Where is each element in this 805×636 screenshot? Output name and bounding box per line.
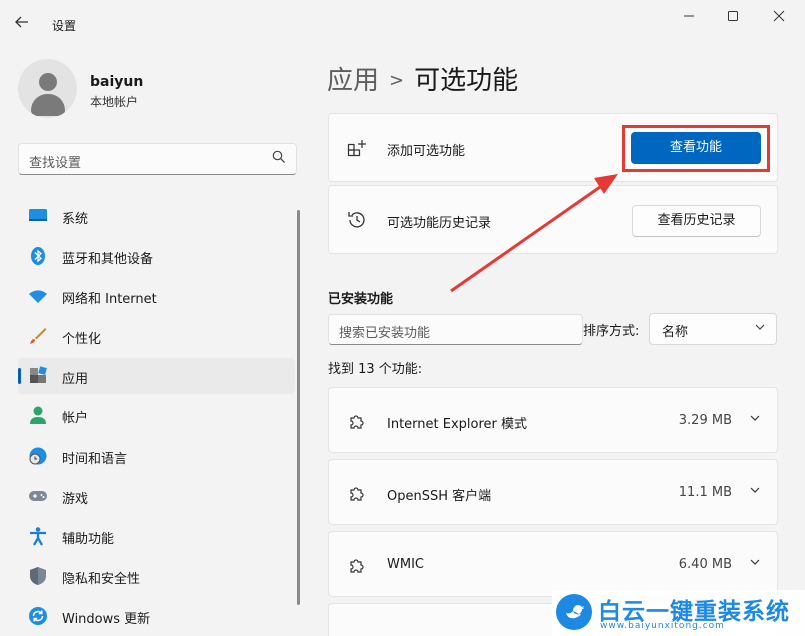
installed-search-input[interactable]: 搜索已安装功能 <box>328 314 583 345</box>
feature-row-openssh[interactable]: OpenSSH 客户端 11.1 MB <box>328 459 778 525</box>
feature-size: 3.29 MB <box>679 413 732 428</box>
installed-features-title: 已安装功能 <box>328 288 393 307</box>
bird-logo-icon <box>556 594 592 630</box>
puzzle-icon <box>347 411 367 431</box>
watermark: 白云一键重装系统 www.baiyunxitong.com <box>552 590 805 636</box>
feature-name: WMIC <box>387 557 424 572</box>
feature-row-ie-mode[interactable]: Internet Explorer 模式 3.29 MB <box>328 387 778 453</box>
found-count: 找到 13 个功能: <box>328 358 422 377</box>
settings-window: 设置 baiyun 本地帐户 查找设置 系统 蓝牙和其他设备 网络和 Inter… <box>0 0 805 636</box>
chevron-down-icon[interactable] <box>749 556 761 571</box>
feature-row-wmic[interactable]: WMIC 6.40 MB <box>328 531 778 597</box>
feature-size: 11.1 MB <box>679 485 732 500</box>
installed-search-placeholder: 搜索已安装功能 <box>339 322 430 341</box>
feature-name: Internet Explorer 模式 <box>387 413 527 432</box>
chevron-down-icon[interactable] <box>749 412 761 427</box>
chevron-down-icon[interactable] <box>749 484 761 499</box>
feature-size: 6.40 MB <box>679 557 732 572</box>
sort-select[interactable]: 名称 <box>649 313 777 345</box>
sort-label: 排序方式: <box>583 320 639 339</box>
feature-name: OpenSSH 客户端 <box>387 485 491 504</box>
puzzle-icon <box>347 483 367 503</box>
chevron-down-icon <box>754 321 766 336</box>
puzzle-icon <box>347 555 367 575</box>
sort-value: 名称 <box>662 321 688 340</box>
watermark-url: www.baiyunxitong.com <box>600 621 725 631</box>
